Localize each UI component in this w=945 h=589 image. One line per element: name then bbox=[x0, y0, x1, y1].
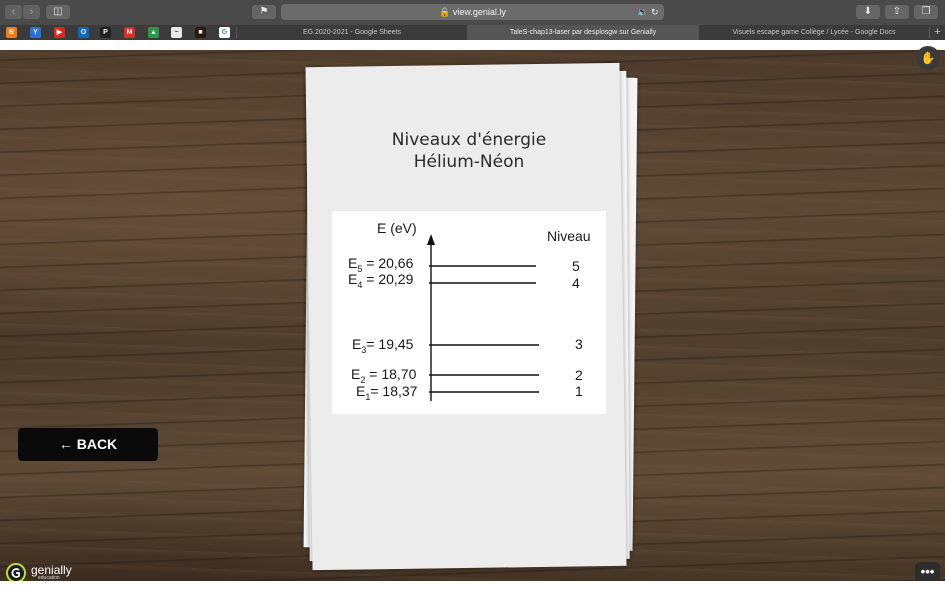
tabs-overview-icon[interactable]: ❐ bbox=[914, 5, 938, 19]
energy-label-1: E1= 18,37 bbox=[356, 383, 418, 402]
tab-genially[interactable]: TaleS-chap13-laser par desplosgw sur Gen… bbox=[467, 25, 699, 40]
favicon-pix-icon[interactable]: P bbox=[100, 27, 111, 38]
back-button-label: BACK bbox=[76, 436, 118, 452]
tab-google-sheets[interactable]: EG 2020-2021 - Google Sheets bbox=[237, 25, 467, 40]
energy-label-4: E4 = 20,29 bbox=[348, 271, 414, 290]
audio-icon[interactable]: 🔉 bbox=[637, 4, 648, 20]
favicon-youtube-icon[interactable]: ▶ bbox=[54, 27, 65, 38]
back-button[interactable]: ← BACK bbox=[18, 428, 158, 461]
energy-label-3: E3= 19,45 bbox=[352, 336, 414, 355]
browser-toolbar: ‹ › ◫ ⚑ 🔒 view.genial.ly 🔉 ↻ ⬇ ⇧ ❐ bbox=[0, 0, 945, 25]
url-text: view.genial.ly bbox=[452, 7, 506, 17]
lock-icon: 🔒 bbox=[439, 7, 451, 17]
share-icon[interactable]: ⇧ bbox=[885, 5, 909, 19]
axis-label: E (eV) bbox=[377, 220, 417, 236]
level-header: Niveau bbox=[547, 228, 591, 244]
tag-icon[interactable]: ⚑ bbox=[252, 5, 276, 19]
level-number-3: 3 bbox=[575, 336, 583, 352]
tab-bar: B Y ▶ O P M ▲ ~ ■ G EG 2020-2021 - Googl… bbox=[0, 25, 945, 40]
favicon-drive-icon[interactable]: ▲ bbox=[148, 27, 159, 38]
tab-google-docs[interactable]: Visuels escape game Collège / Lycée - Go… bbox=[699, 25, 929, 40]
new-tab-icon[interactable]: + bbox=[930, 25, 945, 40]
favicon-bookmark-icon[interactable]: Y bbox=[30, 27, 41, 38]
address-bar[interactable]: 🔒 view.genial.ly 🔉 ↻ bbox=[281, 4, 664, 20]
favicon-google-icon[interactable]: G bbox=[219, 27, 230, 38]
arrow-left-icon: ← bbox=[58, 436, 73, 452]
favicon-site-icon[interactable]: ~ bbox=[171, 27, 182, 38]
back-nav-button[interactable]: ‹ bbox=[5, 5, 22, 19]
forward-nav-button[interactable]: › bbox=[23, 5, 40, 19]
reload-icon[interactable]: ↻ bbox=[651, 4, 659, 20]
favicon-blogger-icon[interactable]: B bbox=[6, 27, 17, 38]
level-number-2: 2 bbox=[575, 367, 583, 383]
sidebar-toggle-icon[interactable]: ◫ bbox=[46, 5, 70, 19]
card-subtitle: Hélium-Néon bbox=[413, 152, 525, 172]
level-number-4: 4 bbox=[572, 275, 580, 291]
download-icon[interactable]: ⬇ bbox=[856, 5, 880, 19]
card-title: Niveaux d'énergie bbox=[391, 130, 547, 150]
level-number-1: 1 bbox=[575, 383, 583, 399]
level-number-5: 5 bbox=[572, 258, 580, 274]
favicon-gmail-icon[interactable]: M bbox=[124, 27, 135, 38]
axis-arrow-icon bbox=[427, 234, 435, 245]
favicon-dark-icon[interactable]: ■ bbox=[195, 27, 206, 38]
hand-pointer-icon[interactable]: ✋ bbox=[916, 46, 940, 70]
energy-level-diagram: E (eV) Niveau E5 = 20,66 E4 = 20,29 E3= … bbox=[332, 211, 606, 414]
favicon-outlook-icon[interactable]: O bbox=[78, 27, 89, 38]
energy-label-2: E2 = 18,70 bbox=[351, 366, 417, 385]
